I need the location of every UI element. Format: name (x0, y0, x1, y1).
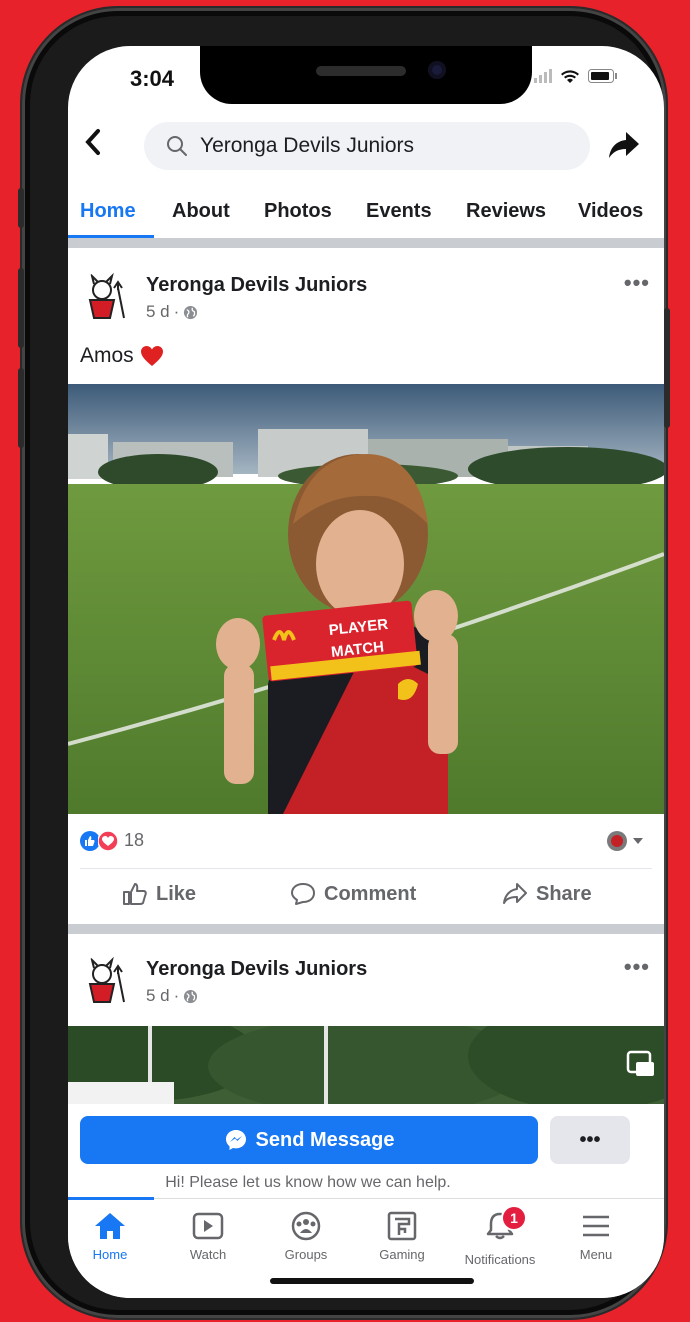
nav-label: Notifications (464, 1252, 536, 1267)
nav-label: Watch (189, 1247, 227, 1262)
gaming-icon (387, 1211, 417, 1241)
section-separator (68, 924, 664, 934)
active-nav-indicator (68, 1197, 154, 1200)
share-arrow-icon (609, 132, 639, 158)
thumbs-up-icon (123, 883, 147, 905)
like-label: Like (156, 882, 197, 905)
comment-button[interactable]: Comment (290, 882, 416, 906)
share-page-button[interactable] (608, 130, 640, 165)
speaker (316, 66, 406, 76)
back-button[interactable] (84, 128, 102, 164)
phone-frame: 3:04 Yeronga Devils Juniors Home About P… (18, 8, 670, 1318)
meta-dot: · (173, 986, 180, 1005)
post-page-name[interactable]: Yeronga Devils Juniors (146, 274, 367, 297)
messenger-icon (225, 1130, 246, 1150)
avatar[interactable] (78, 270, 134, 326)
help-text: Hi! Please let us know how we can help. (165, 1174, 451, 1191)
post-options-button[interactable]: ••• (624, 954, 650, 980)
red-heart-icon (140, 346, 163, 366)
post-time: 5 d (146, 986, 170, 1005)
search-query: Yeronga Devils Juniors (200, 134, 415, 157)
nav-label: Home (92, 1247, 128, 1262)
reaction-count: 18 (124, 830, 145, 850)
menu-icon (583, 1215, 609, 1237)
power-button (664, 308, 670, 428)
photo-illustration: PLAYER MATCH (68, 384, 664, 814)
like-button[interactable]: Like (122, 882, 196, 906)
search-input[interactable]: Yeronga Devils Juniors (144, 122, 590, 170)
devil-logo-icon (88, 956, 125, 1003)
silent-switch (18, 188, 24, 228)
globe-icon (184, 989, 198, 1003)
post-photo[interactable]: PLAYER MATCH (68, 384, 664, 814)
like-reaction-icon (80, 830, 100, 851)
tab-home[interactable]: Home (80, 200, 136, 223)
section-separator (68, 238, 664, 248)
tab-photos[interactable]: Photos (264, 200, 332, 223)
tab-videos[interactable]: Videos (578, 200, 643, 223)
love-reaction-icon (98, 830, 118, 851)
status-icons (534, 68, 618, 84)
nav-menu[interactable]: Menu (548, 1211, 644, 1262)
status-time: 3:04 (130, 66, 175, 91)
avatar[interactable] (78, 954, 134, 1010)
tab-events[interactable]: Events (366, 200, 432, 223)
volume-up-button (18, 268, 24, 348)
nav-home[interactable]: Home (68, 1211, 158, 1262)
meta-dot: · (173, 302, 180, 321)
search-header: Yeronga Devils Juniors (68, 116, 664, 176)
notch (200, 46, 532, 104)
reaction-summary[interactable]: 18 (80, 830, 144, 851)
share-icon (503, 883, 527, 904)
notification-badge: 1 (501, 1205, 527, 1231)
caption-text: Amos (80, 344, 134, 367)
front-camera (428, 61, 446, 79)
send-message-label: Send Message (255, 1128, 395, 1151)
nav-label: Groups (284, 1247, 328, 1262)
home-icon (95, 1213, 125, 1239)
home-indicator[interactable] (270, 1278, 474, 1284)
tab-about[interactable]: About (172, 200, 230, 223)
share-label: Share (536, 882, 592, 905)
page-avatar-small-icon (607, 831, 627, 851)
tab-reviews[interactable]: Reviews (466, 200, 546, 223)
message-bar: Send Message ••• Hi! Please let us know … (68, 1104, 664, 1200)
nav-watch[interactable]: Watch (160, 1211, 256, 1262)
bell-wrapper: 1 (483, 1205, 527, 1246)
post-time: 5 d (146, 302, 170, 321)
wifi-icon (561, 70, 579, 83)
nav-gaming[interactable]: Gaming (354, 1211, 450, 1262)
globe-icon (184, 305, 198, 319)
action-divider (80, 868, 652, 869)
post-meta: 5 d · (146, 986, 198, 1006)
nav-notifications[interactable]: 1 Notifications (452, 1205, 548, 1267)
nav-groups[interactable]: Groups (258, 1211, 354, 1262)
post-page-name[interactable]: Yeronga Devils Juniors (146, 958, 367, 981)
devil-logo-icon (88, 272, 125, 319)
page-tabs: Home About Photos Events Reviews Videos (68, 186, 664, 239)
nav-label: Menu (579, 1247, 613, 1262)
groups-icon (291, 1211, 321, 1241)
caret-down-icon (633, 838, 643, 844)
volume-down-button (18, 368, 24, 448)
battery-icon (588, 69, 617, 83)
post-meta: 5 d · (146, 302, 198, 322)
send-message-button[interactable]: Send Message (80, 1116, 538, 1164)
more-options-button[interactable]: ••• (550, 1116, 630, 1164)
post-caption: Amos (80, 344, 164, 368)
signal-icon (534, 69, 552, 83)
search-icon (167, 136, 187, 156)
post-header: Yeronga Devils Juniors 5 d · ••• (68, 262, 664, 332)
chevron-left-icon (85, 129, 100, 155)
phone-screen: 3:04 Yeronga Devils Juniors Home About P… (68, 46, 664, 1298)
comment-label: Comment (324, 882, 417, 905)
share-button[interactable]: Share (502, 882, 592, 906)
watch-icon (192, 1212, 224, 1240)
nav-label: Gaming (379, 1247, 425, 1262)
post-header: Yeronga Devils Juniors 5 d · ••• (68, 946, 664, 1016)
comment-icon (291, 883, 315, 905)
post-options-button[interactable]: ••• (624, 270, 650, 296)
reacting-as-selector[interactable] (606, 830, 644, 852)
